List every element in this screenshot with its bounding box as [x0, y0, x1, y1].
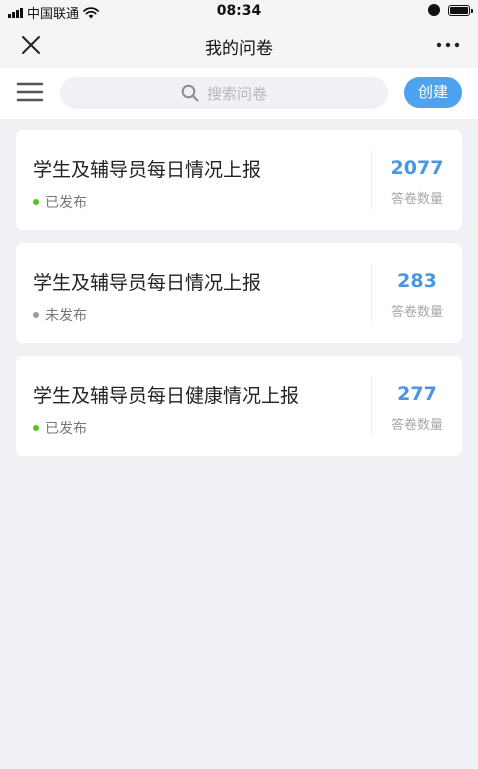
- survey-card[interactable]: 学生及辅导员每日情况上报 未发布 283 答卷数量: [16, 243, 462, 343]
- response-count: 2077: [390, 157, 444, 179]
- response-count: 283: [397, 270, 437, 292]
- status-badge: 已发布: [33, 192, 87, 212]
- survey-title: 学生及辅导员每日情况上报: [33, 272, 262, 294]
- status-time: 08:34: [216, 3, 262, 19]
- page-title: 我的问卷: [205, 39, 273, 59]
- status-bar: 中国联通 08:34: [0, 0, 478, 22]
- nav-bar: 我的问卷: [0, 22, 478, 68]
- response-count-label: 答卷数量: [390, 418, 443, 433]
- status-badge: 未发布: [33, 305, 87, 325]
- menu-icon[interactable]: [16, 80, 44, 104]
- status-dot: [33, 312, 39, 318]
- create-button[interactable]: 创建: [404, 77, 462, 108]
- battery-icon: [448, 4, 473, 16]
- survey-title: 学生及辅导员每日情况上报: [33, 159, 262, 181]
- survey-card[interactable]: 学生及辅导员每日健康情况上报 已发布 277 答卷数量: [16, 356, 462, 456]
- response-count-label: 答卷数量: [390, 192, 443, 207]
- status-dot: [33, 425, 39, 431]
- status-right: [428, 4, 473, 16]
- response-count-label: 答卷数量: [390, 305, 443, 320]
- survey-title: 学生及辅导员每日健康情况上报: [33, 385, 300, 407]
- survey-card[interactable]: 学生及辅导员每日情况上报 已发布 2077 答卷数量: [16, 130, 462, 230]
- response-count: 277: [397, 383, 437, 405]
- more-icon[interactable]: [434, 34, 462, 56]
- status-text: 已发布: [45, 421, 87, 437]
- status-text: 未发布: [45, 308, 87, 324]
- status-dot: [33, 199, 39, 205]
- search-placeholder: 搜索问卷: [206, 84, 267, 103]
- status-text: 已发布: [45, 195, 87, 211]
- search-icon: [181, 84, 199, 102]
- search-input[interactable]: 搜索问卷: [60, 77, 388, 109]
- status-badge: 已发布: [33, 418, 87, 438]
- toolbar: 搜索问卷 创建: [0, 68, 478, 119]
- alarm-icon: [428, 4, 440, 16]
